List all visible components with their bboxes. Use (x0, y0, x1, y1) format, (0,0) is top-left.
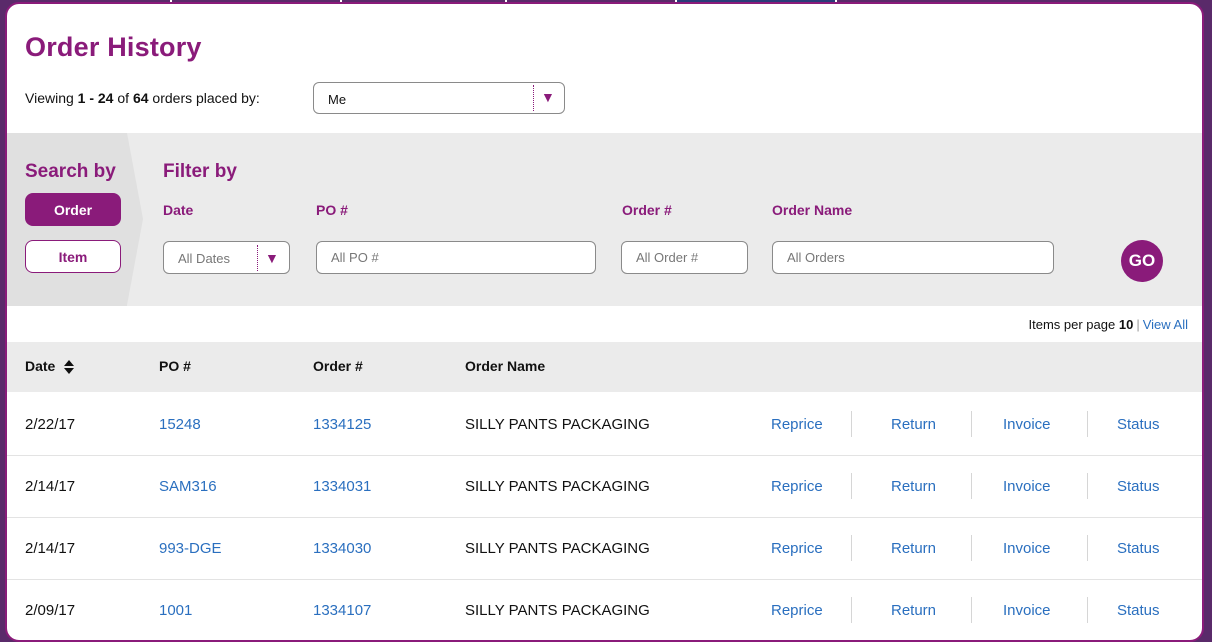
order-number-link[interactable]: 1334107 (313, 602, 371, 619)
action-divider (1087, 597, 1088, 623)
reprice-link[interactable]: Reprice (771, 416, 823, 433)
select-divider (533, 85, 534, 111)
action-divider (971, 473, 972, 499)
status-link[interactable]: Status (1117, 478, 1160, 495)
order-number-link[interactable]: 1334030 (313, 540, 371, 557)
order-number-filter-input[interactable] (621, 241, 748, 274)
order-name: SILLY PANTS PACKAGING (465, 416, 650, 433)
table-row: 2/09/17 1001 1334107 SILLY PANTS PACKAGI… (7, 579, 1202, 640)
return-link[interactable]: Return (891, 540, 936, 557)
column-header-po: PO # (159, 358, 191, 374)
status-link[interactable]: Status (1117, 540, 1160, 557)
items-per-page-label: Items per page (1028, 317, 1119, 332)
order-name: SILLY PANTS PACKAGING (465, 540, 650, 557)
viewing-total: 64 (132, 90, 149, 106)
order-name: SILLY PANTS PACKAGING (465, 478, 650, 495)
action-divider (1087, 473, 1088, 499)
table-row: 2/14/17 SAM316 1334031 SILLY PANTS PACKA… (7, 455, 1202, 518)
column-header-label: Date (25, 358, 56, 374)
action-divider (851, 535, 852, 561)
search-by-item-button[interactable]: Item (25, 240, 121, 273)
invoice-link[interactable]: Invoice (1003, 540, 1051, 557)
column-header-order-number: Order # (313, 358, 363, 374)
po-link[interactable]: 1001 (159, 602, 192, 619)
view-all-link[interactable]: View All (1143, 317, 1188, 332)
column-header-order-name: Order Name (465, 358, 546, 374)
order-date: 2/09/17 (25, 602, 76, 619)
return-link[interactable]: Return (891, 416, 936, 433)
order-name-filter-input[interactable] (772, 241, 1054, 274)
select-divider (257, 245, 258, 271)
pagination-separator: | (1136, 317, 1140, 332)
viewing-of: of (113, 90, 133, 106)
return-link[interactable]: Return (891, 478, 936, 495)
order-number-link[interactable]: 1334031 (313, 478, 371, 495)
search-by-order-button[interactable]: Order (25, 193, 121, 226)
return-link[interactable]: Return (891, 602, 936, 619)
filter-band: Search by Order Item Filter by Date All … (7, 133, 1202, 306)
viewing-prefix: Viewing (25, 90, 78, 106)
viewing-summary: Viewing 1 - 24 of 64 orders placed by: (25, 90, 260, 106)
placed-by-value: Me (328, 92, 347, 107)
viewing-range: 1 - 24 (77, 90, 114, 106)
table-row: 2/14/17 993-DGE 1334030 SILLY PANTS PACK… (7, 517, 1202, 580)
table-row: 2/22/17 15248 1334125 SILLY PANTS PACKAG… (7, 393, 1202, 456)
search-by-title: Search by (25, 161, 116, 182)
invoice-link[interactable]: Invoice (1003, 416, 1051, 433)
date-filter-label: Date (163, 202, 194, 218)
action-divider (1087, 411, 1088, 437)
action-divider (971, 597, 972, 623)
po-filter-label: PO # (316, 202, 348, 218)
chevron-down-icon: ▼ (265, 250, 279, 266)
action-divider (1087, 535, 1088, 561)
invoice-link[interactable]: Invoice (1003, 602, 1051, 619)
table-header: Date PO # Order # Order Name (7, 342, 1202, 392)
reprice-link[interactable]: Reprice (771, 540, 823, 557)
status-link[interactable]: Status (1117, 416, 1160, 433)
search-by-arrow (127, 133, 143, 305)
order-date: 2/22/17 (25, 416, 76, 433)
sort-icon[interactable] (63, 359, 75, 375)
column-header-date[interactable]: Date (25, 358, 75, 375)
status-link[interactable]: Status (1117, 602, 1160, 619)
order-name: SILLY PANTS PACKAGING (465, 602, 650, 619)
date-filter-select[interactable]: All Dates ▼ (163, 241, 290, 274)
po-filter-input[interactable] (316, 241, 596, 274)
action-divider (851, 473, 852, 499)
invoice-link[interactable]: Invoice (1003, 478, 1051, 495)
chevron-down-icon: ▼ (541, 89, 555, 105)
po-link[interactable]: 993-DGE (159, 540, 222, 557)
reprice-link[interactable]: Reprice (771, 478, 823, 495)
order-date: 2/14/17 (25, 540, 76, 557)
order-name-filter-label: Order Name (772, 202, 853, 218)
items-per-page: Items per page 10 | View All (1029, 317, 1188, 332)
action-divider (971, 535, 972, 561)
action-divider (851, 411, 852, 437)
placed-by-select[interactable]: Me ▼ (313, 82, 565, 114)
order-history-panel: Order History Viewing 1 - 24 of 64 order… (5, 2, 1204, 642)
po-link[interactable]: SAM316 (159, 478, 217, 495)
date-filter-value: All Dates (178, 251, 231, 266)
po-link[interactable]: 15248 (159, 416, 201, 433)
page-title: Order History (25, 32, 202, 62)
order-number-link[interactable]: 1334125 (313, 416, 371, 433)
items-per-page-value[interactable]: 10 (1119, 317, 1133, 332)
filter-by-title: Filter by (163, 161, 237, 182)
reprice-link[interactable]: Reprice (771, 602, 823, 619)
action-divider (851, 597, 852, 623)
order-filter-label: Order # (622, 202, 672, 218)
action-divider (971, 411, 972, 437)
go-button[interactable]: GO (1121, 240, 1163, 282)
order-date: 2/14/17 (25, 478, 76, 495)
viewing-suffix: orders placed by: (148, 90, 260, 106)
